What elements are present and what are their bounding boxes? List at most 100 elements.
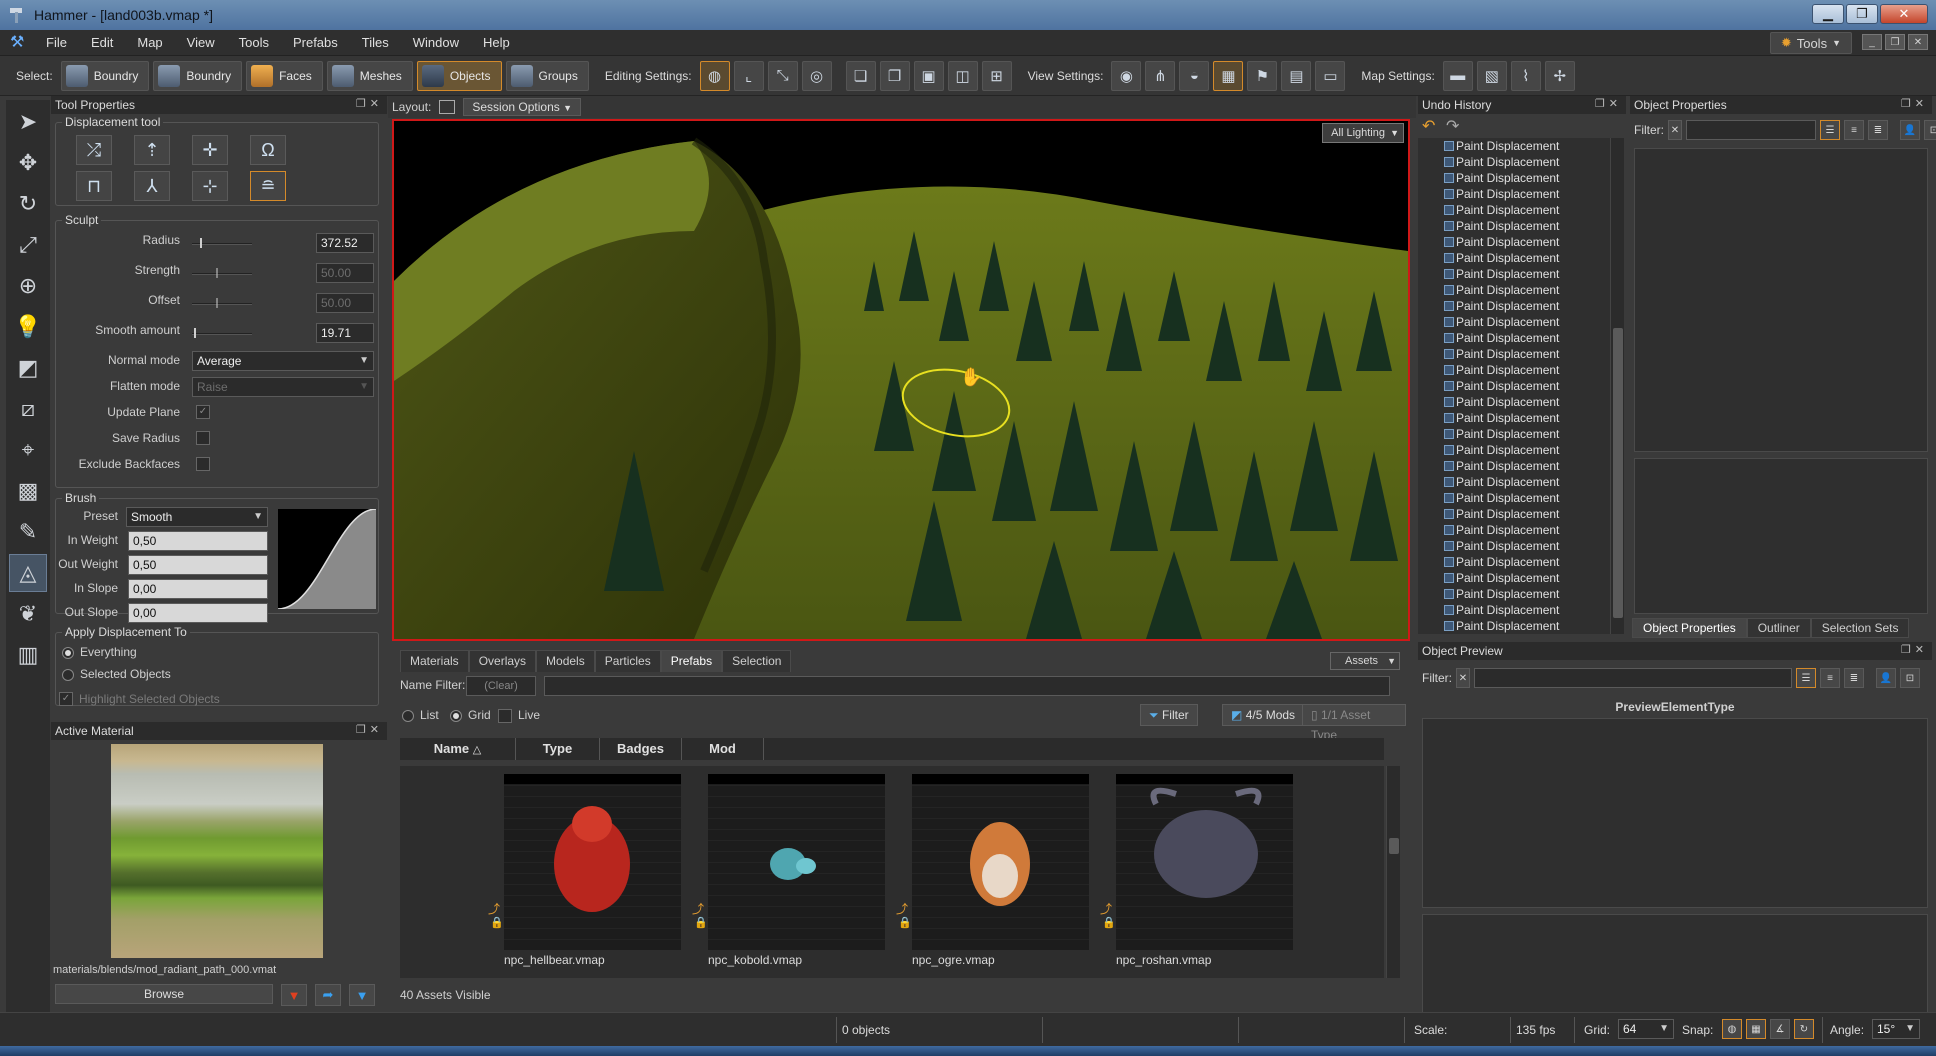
- assets-dropdown[interactable]: Assets ▼: [1330, 652, 1400, 670]
- view-runner-icon[interactable]: ⚑: [1247, 60, 1278, 91]
- disp-plateau-button[interactable]: ⊓: [76, 171, 112, 201]
- undo-history-item[interactable]: Paint Displacement: [1418, 410, 1614, 426]
- select-tool-icon[interactable]: ➤: [9, 103, 47, 141]
- grid-view-radio[interactable]: [450, 710, 462, 722]
- menu-tiles[interactable]: Tiles: [350, 35, 401, 50]
- tab-prefabs[interactable]: Prefabs: [660, 650, 723, 672]
- filter-button[interactable]: ⏷ Filter: [1140, 704, 1198, 726]
- undo-history-item[interactable]: Paint Displacement: [1418, 474, 1614, 490]
- user-icon[interactable]: 👤: [1876, 668, 1896, 688]
- panel-controls[interactable]: ❐✕: [356, 723, 383, 736]
- undo-history-item[interactable]: Paint Displacement: [1418, 282, 1614, 298]
- compact-view-icon[interactable]: ≣: [1868, 120, 1888, 140]
- scale-icon[interactable]: ⤡: [767, 60, 798, 91]
- tile-tool-icon[interactable]: ▥: [9, 636, 47, 674]
- material-thumbnail[interactable]: [111, 744, 323, 958]
- select-objects-button[interactable]: Objects: [416, 60, 502, 91]
- undo-scrollbar[interactable]: [1610, 138, 1624, 634]
- pivot-tool-icon[interactable]: ⊕: [9, 267, 47, 305]
- disp-pinch-button[interactable]: ⅄: [134, 171, 170, 201]
- pivot-icon[interactable]: ⌞: [733, 60, 764, 91]
- preset-select[interactable]: Smooth ▼: [126, 507, 268, 527]
- tab-outliner[interactable]: Outliner: [1746, 618, 1811, 638]
- tag-icon[interactable]: ⊡: [1900, 668, 1920, 688]
- rotate-snap-icon[interactable]: ◎: [801, 60, 832, 91]
- disp-sculpt-button[interactable]: ≘: [250, 171, 286, 201]
- compact-view-icon[interactable]: ≣: [1844, 668, 1864, 688]
- undo-history-item[interactable]: Paint Displacement: [1418, 218, 1614, 234]
- tab-selection[interactable]: Selection: [722, 650, 792, 672]
- tab-selection-sets[interactable]: Selection Sets: [1810, 618, 1910, 638]
- material-apply-button[interactable]: ➦: [315, 984, 341, 1006]
- tab-particles[interactable]: Particles: [594, 650, 661, 672]
- smooth-amount-slider[interactable]: [192, 328, 252, 338]
- out-slope-field[interactable]: 0,00: [128, 603, 268, 623]
- session-options-button[interactable]: Session Options ▼: [463, 98, 582, 116]
- map-settings-icon[interactable]: ▬: [1442, 60, 1473, 91]
- undo-history-item[interactable]: Paint Displacement: [1418, 154, 1614, 170]
- copy-icon[interactable]: ❏: [845, 60, 876, 91]
- undo-history-item[interactable]: Paint Displacement: [1418, 298, 1614, 314]
- normal-mode-select[interactable]: Average ▼: [192, 351, 374, 371]
- undo-history-item[interactable]: Paint Displacement: [1418, 202, 1614, 218]
- snap-to-grid-icon[interactable]: ◍: [699, 60, 730, 91]
- snap-grid-icon[interactable]: ◍: [1722, 1019, 1742, 1039]
- asset-card[interactable]: npc_roshan.vmap: [1116, 774, 1296, 967]
- angle-select[interactable]: 15° ▼: [1872, 1019, 1920, 1039]
- menu-tools[interactable]: Tools: [227, 35, 281, 50]
- rotate-tool-icon[interactable]: ↻: [9, 185, 47, 223]
- view-mesh-icon[interactable]: ◒: [1179, 60, 1210, 91]
- panel-controls[interactable]: ❐✕: [1595, 97, 1622, 110]
- disp-omega-button[interactable]: Ω: [250, 135, 286, 165]
- detail-view-icon[interactable]: ≡: [1820, 668, 1840, 688]
- flatten-mode-select[interactable]: Raise ▼: [192, 377, 374, 397]
- menu-view[interactable]: View: [175, 35, 227, 50]
- disp-move-button[interactable]: ✛: [192, 135, 228, 165]
- menu-edit[interactable]: Edit: [79, 35, 125, 50]
- gamepad-icon[interactable]: ⊞: [981, 60, 1012, 91]
- object-properties-filter-input[interactable]: [1686, 120, 1816, 140]
- smooth-amount-field[interactable]: 19.71: [316, 323, 374, 343]
- undo-history-item[interactable]: Paint Displacement: [1418, 346, 1614, 362]
- undo-history-item[interactable]: Paint Displacement: [1418, 314, 1614, 330]
- menu-prefabs[interactable]: Prefabs: [281, 35, 350, 50]
- strength-field[interactable]: 50.00: [316, 263, 374, 283]
- in-slope-field[interactable]: 0,00: [128, 579, 268, 599]
- everything-radio[interactable]: [62, 647, 74, 659]
- undo-history-item[interactable]: Paint Displacement: [1418, 266, 1614, 282]
- undo-history-item[interactable]: Paint Displacement: [1418, 378, 1614, 394]
- undo-history-item[interactable]: Paint Displacement: [1418, 554, 1614, 570]
- material-menu-button[interactable]: ▼: [349, 984, 375, 1006]
- clear-filter-button[interactable]: (Clear): [466, 676, 536, 696]
- select-groups-button[interactable]: Groups: [505, 60, 589, 91]
- tag-icon[interactable]: ⊡: [1924, 120, 1936, 140]
- undo-history-item[interactable]: Paint Displacement: [1418, 538, 1614, 554]
- select-meshes-button[interactable]: Meshes: [326, 60, 413, 91]
- detail-view-icon[interactable]: ≡: [1844, 120, 1864, 140]
- object-preview-filter-input[interactable]: [1474, 668, 1792, 688]
- 3d-viewport[interactable]: ✋ All Lighting ▼: [392, 119, 1410, 641]
- disp-smooth-button[interactable]: ⇡: [134, 135, 170, 165]
- move-tool-icon[interactable]: ✥: [9, 144, 47, 182]
- selected-objects-radio[interactable]: [62, 669, 74, 681]
- undo-history-item[interactable]: Paint Displacement: [1418, 522, 1614, 538]
- user-icon[interactable]: 👤: [1900, 120, 1920, 140]
- tab-object-properties[interactable]: Object Properties: [1632, 618, 1747, 638]
- undo-history-item[interactable]: Paint Displacement: [1418, 602, 1614, 618]
- strength-slider[interactable]: [192, 268, 252, 278]
- undo-history-item[interactable]: Paint Displacement: [1418, 330, 1614, 346]
- brush-falloff-curve[interactable]: [278, 509, 376, 609]
- list-view-icon[interactable]: ☰: [1820, 120, 1840, 140]
- undo-history-item[interactable]: Paint Displacement: [1418, 234, 1614, 250]
- disp-raise-lower-button[interactable]: ⤮: [76, 135, 112, 165]
- minimize-button[interactable]: ▁: [1812, 4, 1844, 24]
- tools-dropdown[interactable]: ✹ Tools ▼: [1769, 32, 1852, 54]
- update-plane-checkbox[interactable]: ✓: [196, 405, 210, 419]
- path-tool-icon[interactable]: ⌖: [9, 431, 47, 469]
- select-boundry-button[interactable]: Boundry: [60, 60, 150, 91]
- doc-close-button[interactable]: ✕: [1908, 34, 1928, 50]
- mods-button[interactable]: ◩ 4/5 Mods: [1222, 704, 1305, 726]
- snap-rotate-icon[interactable]: ↻: [1794, 1019, 1814, 1039]
- clip-tool-icon[interactable]: ⧄: [9, 390, 47, 428]
- snap-vertex-icon[interactable]: ▦: [1746, 1019, 1766, 1039]
